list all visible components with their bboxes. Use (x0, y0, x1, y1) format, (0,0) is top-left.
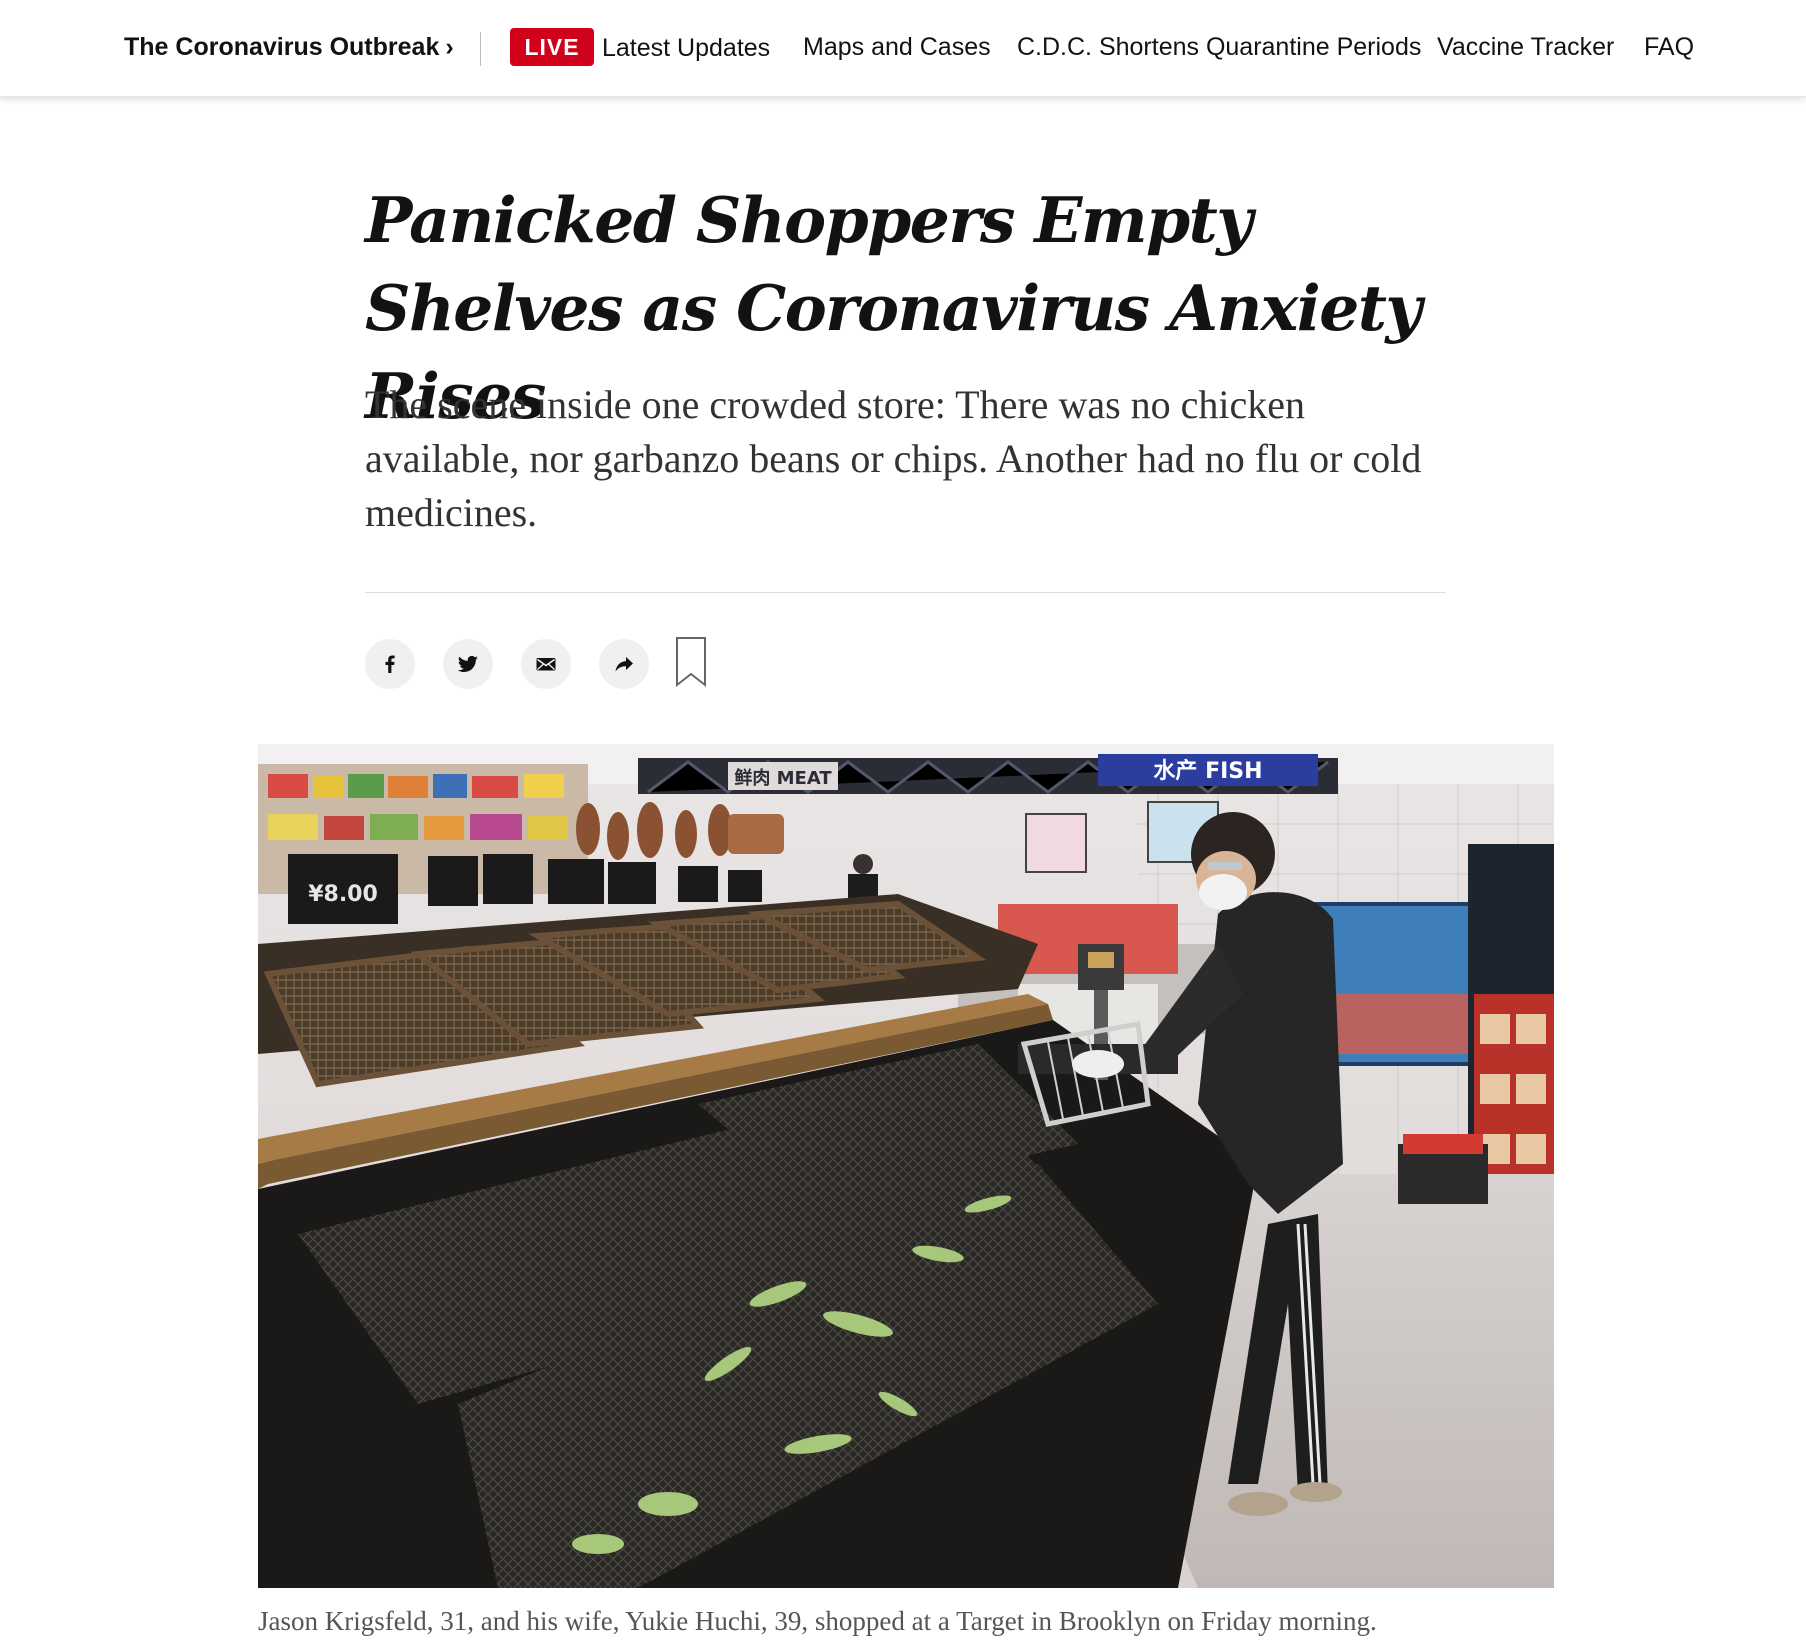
twitter-icon (457, 655, 478, 672)
save-bookmark-button[interactable] (674, 636, 708, 688)
nav-divider (480, 32, 481, 66)
share-arrow-icon (615, 657, 633, 672)
article-summary: The scene inside one crowded store: Ther… (365, 382, 1422, 535)
share-facebook-button[interactable] (365, 639, 415, 689)
photo-caption: Jason Krigsfeld, 31, and his wife, Yukie… (258, 1606, 1377, 1636)
nav-faq-link[interactable]: FAQ (1644, 31, 1694, 63)
chevron-right-icon: › (445, 33, 454, 61)
section-home-label: The Coronavirus Outbreak (124, 33, 440, 61)
header-divider (365, 592, 1446, 593)
facebook-icon (385, 655, 395, 673)
live-badge[interactable]: LIVE (510, 28, 594, 66)
nav-latest-updates-link[interactable]: Latest Updates (602, 32, 770, 64)
lead-photo: 鲜肉 MEAT 水产 FISH ¥8.00 (258, 744, 1554, 1588)
bookmark-icon (676, 637, 706, 688)
nav-vaccine-tracker-link[interactable]: Vaccine Tracker (1437, 31, 1614, 63)
meat-sign: 鲜肉 MEAT (734, 767, 832, 789)
nav-maps-and-cases-link[interactable]: Maps and Cases (803, 31, 991, 63)
email-icon (536, 658, 556, 671)
top-navigation-bar: The Coronavirus Outbreak › LIVE Latest Up… (0, 0, 1806, 97)
nav-cdc-quarantine-link[interactable]: C.D.C. Shortens Quarantine Periods (1017, 31, 1421, 63)
fish-sign: 水产 FISH (1153, 759, 1262, 784)
share-twitter-button[interactable] (443, 639, 493, 689)
section-home-link[interactable]: The Coronavirus Outbreak › (124, 31, 454, 63)
share-more-button[interactable] (599, 639, 649, 689)
price-tag: ¥8.00 (308, 882, 378, 907)
share-email-button[interactable] (521, 639, 571, 689)
